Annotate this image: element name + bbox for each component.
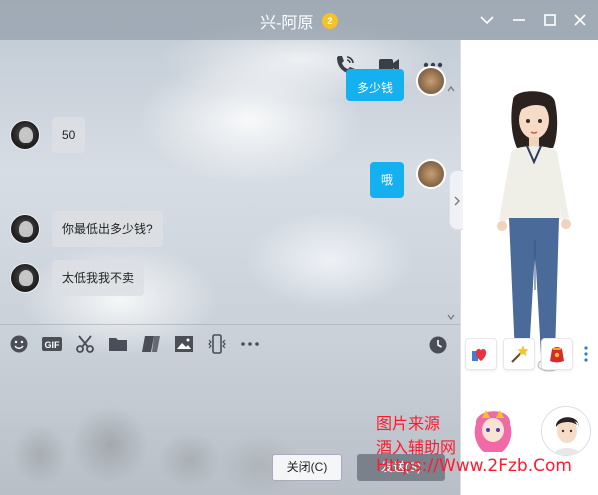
sender-avatar[interactable]	[10, 214, 40, 244]
message-bubble[interactable]: 多少钱	[346, 69, 405, 101]
vibrate-button[interactable]	[206, 333, 228, 355]
self-avatar[interactable]	[541, 406, 591, 456]
message-bubble[interactable]: 50	[52, 117, 86, 153]
gif-button[interactable]: GIF	[41, 333, 63, 355]
message-bubble[interactable]: 太低我我不卖	[52, 260, 145, 296]
message-row-out: 哦	[370, 159, 447, 198]
watermark-line-1: 图片来源	[376, 414, 441, 433]
window-title: 兴-阿原	[260, 15, 314, 32]
vip-badge-icon: 2	[321, 13, 338, 29]
history-button[interactable]	[428, 335, 448, 355]
more-vertical-icon	[584, 346, 588, 362]
close-window-button[interactable]	[568, 8, 592, 32]
scroll-down-icon[interactable]	[446, 312, 456, 322]
shake-icon	[142, 336, 160, 352]
message-bubble[interactable]: 哦	[370, 162, 405, 198]
scroll-up-icon[interactable]	[446, 84, 456, 94]
message-row-in: 你最低出多少钱?	[10, 211, 163, 247]
message-bubble[interactable]: 你最低出多少钱?	[52, 211, 163, 247]
more-icon	[241, 342, 259, 346]
svg-text:GIF: GIF	[45, 340, 61, 350]
contact-avatar[interactable]	[416, 159, 447, 189]
boy-avatar-image	[542, 407, 590, 455]
chevron-down-icon	[480, 16, 494, 25]
maximize-icon	[544, 14, 556, 26]
input-toolbar: GIF	[8, 333, 261, 355]
gift-more-button[interactable]	[579, 338, 593, 370]
maximize-button[interactable]	[538, 8, 562, 32]
watermark-mascot-image	[474, 410, 512, 452]
emoji-icon	[10, 335, 28, 353]
gif-icon: GIF	[42, 337, 62, 351]
file-button[interactable]	[107, 333, 129, 355]
message-row-in: 太低我我不卖	[10, 260, 145, 296]
heart-gift-icon	[472, 349, 487, 361]
minimize-icon	[513, 19, 525, 21]
chat-window: 兴-阿原 2 多少钱 50 哦 你最低出多少钱? 太低我我不卖 GIF 关闭(C…	[0, 0, 598, 495]
chevron-right-icon	[454, 196, 460, 206]
watermark-line-2: 酒入辅助网	[376, 438, 457, 457]
folder-icon	[109, 338, 127, 351]
screenshot-button[interactable]	[74, 333, 96, 355]
side-panel-toggle[interactable]	[449, 170, 463, 230]
gift-row	[465, 338, 593, 370]
gift-red-bag-button[interactable]	[541, 338, 573, 370]
shake-button[interactable]	[140, 333, 162, 355]
scissors-icon	[76, 335, 94, 353]
minimize-button[interactable]	[507, 8, 531, 32]
input-more-button[interactable]	[239, 333, 261, 355]
collapse-button[interactable]	[475, 8, 499, 32]
message-row-out: 多少钱	[346, 66, 447, 101]
message-row-in: 50	[10, 117, 86, 153]
image-icon	[175, 336, 193, 352]
gift-heart-button[interactable]	[465, 338, 497, 370]
sender-avatar[interactable]	[10, 263, 40, 293]
gift-wand-button[interactable]	[503, 338, 535, 370]
contact-avatar[interactable]	[416, 66, 447, 96]
sender-avatar[interactable]	[10, 120, 40, 150]
wand-gift-icon	[511, 345, 529, 363]
close-icon	[574, 14, 586, 26]
close-chat-button[interactable]: 关闭(C)	[272, 454, 342, 481]
emoji-button[interactable]	[8, 333, 30, 355]
watermark-url: Https://Www.2Fzb.Com	[376, 456, 572, 476]
input-divider	[0, 324, 460, 325]
image-button[interactable]	[173, 333, 195, 355]
phone-vibrate-icon	[208, 334, 226, 354]
history-icon	[429, 336, 447, 354]
red-bag-gift-icon	[550, 347, 564, 363]
title-bar: 兴-阿原 2	[0, 0, 598, 40]
